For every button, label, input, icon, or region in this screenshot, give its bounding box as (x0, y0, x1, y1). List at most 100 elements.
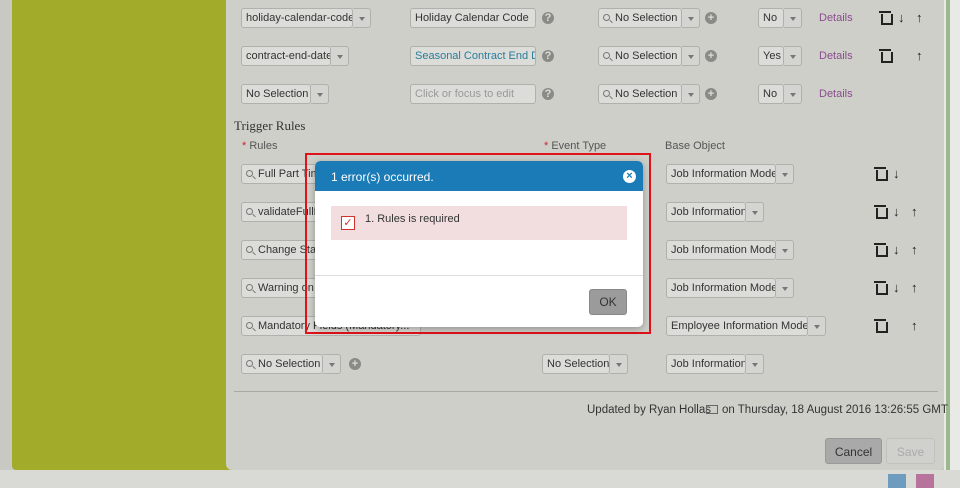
pink-square-indicator (916, 474, 934, 488)
trigger-rules-title: Trigger Rules (234, 118, 306, 133)
chevron-down-icon[interactable] (776, 164, 794, 184)
close-icon[interactable]: × (623, 170, 636, 183)
rule-value: No Selection (258, 358, 321, 370)
up-arrow-icon[interactable]: ↑ (916, 49, 923, 63)
search-icon (246, 246, 253, 253)
base-object-select[interactable]: Job Information Model (666, 240, 776, 260)
details-link[interactable]: Details (819, 88, 853, 100)
field-code-select[interactable]: holiday-calendar-code (241, 8, 353, 28)
search-icon (246, 322, 253, 329)
up-arrow-icon[interactable]: ↑ (911, 319, 918, 333)
chevron-down-icon[interactable] (331, 46, 349, 66)
chevron-down-icon[interactable] (353, 8, 371, 28)
flag-select[interactable]: Yes (758, 46, 784, 66)
error-check-icon: ✓ (341, 216, 355, 230)
base-object-select[interactable]: Job Information Model (666, 278, 776, 298)
lookup-select[interactable]: No Selection (598, 8, 682, 28)
dialog-divider (315, 275, 643, 276)
lookup-value: No Selection (615, 50, 678, 62)
trash-icon[interactable] (874, 281, 888, 295)
info-icon[interactable]: ? (542, 12, 554, 24)
base-object-select[interactable]: Job Information Model (666, 164, 776, 184)
event-type-header: * Event Type (544, 140, 607, 152)
updated-by-text: Updated by Ryan Hollas (587, 404, 712, 416)
rules-header: * Rules (242, 140, 278, 152)
add-icon[interactable]: + (705, 50, 717, 62)
search-icon (246, 208, 253, 215)
down-arrow-icon[interactable]: ↓ (898, 11, 905, 25)
chevron-down-icon[interactable] (323, 354, 341, 374)
save-button[interactable]: Save (886, 438, 935, 464)
updated-on-text: on Thursday, 18 August 2016 13:26:55 GMT (722, 404, 948, 416)
down-arrow-icon[interactable]: ↓ (893, 167, 900, 181)
chevron-down-icon[interactable] (746, 202, 764, 222)
trash-icon[interactable] (874, 167, 888, 181)
up-arrow-icon[interactable]: ↑ (911, 205, 918, 219)
base-object-select[interactable]: Job Information (666, 202, 746, 222)
dialog-title: 1 error(s) occurred. (331, 170, 434, 184)
chevron-down-icon[interactable] (746, 354, 764, 374)
add-icon[interactable]: + (705, 12, 717, 24)
card-icon[interactable] (706, 405, 718, 414)
error-dialog: 1 error(s) occurred. × ✓ 1. Rules is req… (315, 161, 643, 327)
chevron-down-icon[interactable] (682, 46, 700, 66)
chevron-down-icon[interactable] (610, 354, 628, 374)
search-icon (246, 170, 253, 177)
base-object-select[interactable]: Employee Information Mode... (666, 316, 808, 336)
error-message-box: ✓ 1. Rules is required (331, 206, 627, 240)
field-code-select[interactable]: No Selection (241, 84, 311, 104)
chevron-down-icon[interactable] (311, 84, 329, 104)
up-arrow-icon[interactable]: ↑ (911, 281, 918, 295)
chevron-down-icon[interactable] (784, 84, 802, 104)
chevron-down-icon[interactable] (784, 46, 802, 66)
down-arrow-icon[interactable]: ↓ (893, 205, 900, 219)
add-icon[interactable]: + (705, 88, 717, 100)
add-icon[interactable]: + (349, 358, 361, 370)
down-arrow-icon[interactable]: ↓ (893, 243, 900, 257)
trash-icon[interactable] (874, 243, 888, 257)
lookup-value: No Selection (615, 88, 678, 100)
lookup-select[interactable]: No Selection (598, 84, 682, 104)
search-icon (246, 360, 253, 367)
up-arrow-icon[interactable]: ↑ (916, 11, 923, 25)
event-type-select[interactable]: No Selection (542, 354, 610, 374)
blue-square-indicator (888, 474, 906, 488)
chevron-down-icon[interactable] (682, 8, 700, 28)
base-object-select[interactable]: Job Information (666, 354, 746, 374)
trash-icon[interactable] (874, 205, 888, 219)
ok-button[interactable]: OK (589, 289, 627, 315)
search-icon (603, 14, 610, 21)
left-sidebar-panel (12, 0, 232, 470)
field-label-input[interactable]: Seasonal Contract End Da (410, 46, 536, 66)
trash-icon[interactable] (874, 319, 888, 333)
down-arrow-icon[interactable]: ↓ (893, 281, 900, 295)
search-icon (603, 90, 610, 97)
search-icon (246, 284, 253, 291)
flag-select[interactable]: No (758, 84, 784, 104)
error-message: 1. Rules is required (365, 213, 460, 225)
field-code-select[interactable]: contract-end-date (241, 46, 331, 66)
trash-icon[interactable] (879, 49, 893, 63)
chevron-down-icon[interactable] (776, 278, 794, 298)
chevron-down-icon[interactable] (808, 316, 826, 336)
cancel-button[interactable]: Cancel (825, 438, 882, 464)
info-icon[interactable]: ? (542, 50, 554, 62)
field-label-input[interactable]: Holiday Calendar Code (410, 8, 536, 28)
lookup-value: No Selection (615, 12, 678, 24)
details-link[interactable]: Details (819, 50, 853, 62)
new-rule-select[interactable]: No Selection (241, 354, 323, 374)
chevron-down-icon[interactable] (682, 84, 700, 104)
search-icon (603, 52, 610, 59)
chevron-down-icon[interactable] (776, 240, 794, 260)
up-arrow-icon[interactable]: ↑ (911, 243, 918, 257)
info-icon[interactable]: ? (542, 88, 554, 100)
details-link[interactable]: Details (819, 12, 853, 24)
base-object-header: Base Object (665, 140, 725, 152)
bottom-bar (0, 470, 960, 488)
divider (234, 391, 938, 392)
field-label-input[interactable]: Click or focus to edit (410, 84, 536, 104)
trash-icon[interactable] (879, 11, 893, 25)
flag-select[interactable]: No (758, 8, 784, 28)
lookup-select[interactable]: No Selection (598, 46, 682, 66)
chevron-down-icon[interactable] (784, 8, 802, 28)
